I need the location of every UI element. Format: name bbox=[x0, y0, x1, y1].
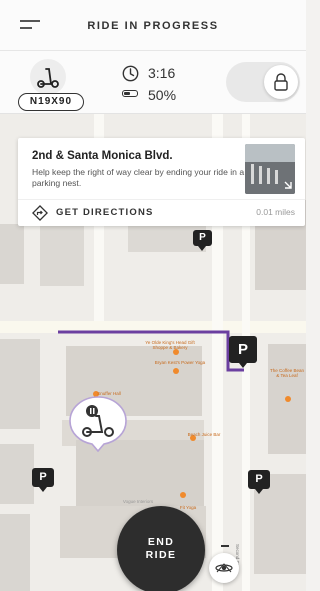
end-ride-button[interactable]: END RIDE bbox=[117, 506, 205, 591]
poi-label: Beach Juice Bar bbox=[187, 432, 221, 437]
poi-label: Vogue Interiors bbox=[122, 499, 154, 504]
parking-info-card[interactable]: 2nd & Santa Monica Blvd. Help keep the r… bbox=[18, 138, 305, 226]
parking-marker[interactable]: P bbox=[32, 468, 54, 492]
clock-icon bbox=[122, 65, 139, 82]
page-title: RIDE IN PROGRESS bbox=[87, 20, 219, 32]
scooter-icon bbox=[30, 59, 66, 95]
poi-label: The Coffee Bean & Tea Leaf bbox=[270, 368, 304, 378]
parking-label: P bbox=[248, 470, 270, 489]
ride-status-bar: N19X90 3:16 50% bbox=[0, 51, 306, 114]
vehicle-id-badge: N19X90 bbox=[18, 93, 84, 111]
recenter-button[interactable] bbox=[209, 553, 239, 583]
compass-tick bbox=[221, 545, 229, 547]
navigation-icon bbox=[215, 563, 233, 573]
end-ride-label: END RIDE bbox=[117, 536, 205, 562]
card-description: Help keep the right of way clear by endi… bbox=[32, 167, 245, 188]
battery-icon bbox=[122, 90, 138, 97]
directions-icon bbox=[32, 205, 48, 221]
end-ride-line2: RIDE bbox=[145, 549, 177, 561]
parking-marker[interactable]: P bbox=[229, 336, 257, 368]
get-directions-button[interactable]: GET DIRECTIONS bbox=[30, 200, 210, 224]
parking-marker[interactable]: P bbox=[193, 230, 212, 251]
ride-screen: RIDE IN PROGRESS N19X90 3:16 50% Ye Olde… bbox=[0, 0, 306, 591]
app-header: RIDE IN PROGRESS bbox=[0, 0, 306, 51]
poi-label: Bryan Kest's Power Yoga bbox=[154, 360, 206, 365]
distance-label: 0.01 miles bbox=[256, 207, 295, 217]
parking-label: P bbox=[229, 336, 257, 363]
lock-toggle[interactable] bbox=[226, 62, 300, 102]
parking-photo[interactable] bbox=[245, 144, 295, 194]
scooter-location-marker[interactable] bbox=[66, 395, 130, 453]
lock-icon[interactable] bbox=[264, 65, 298, 99]
poi-label: Ye Olde King's Head Gift Shoppe & Bakery bbox=[145, 340, 195, 350]
end-ride-line1: END bbox=[147, 536, 175, 548]
ride-time-value: 3:16 bbox=[148, 65, 176, 81]
parking-label: P bbox=[193, 230, 212, 246]
card-address: 2nd & Santa Monica Blvd. bbox=[32, 150, 173, 162]
parking-marker[interactable]: P bbox=[248, 470, 270, 494]
parking-label: P bbox=[32, 468, 54, 487]
battery-value: 50% bbox=[148, 87, 177, 103]
directions-label: GET DIRECTIONS bbox=[56, 207, 154, 218]
